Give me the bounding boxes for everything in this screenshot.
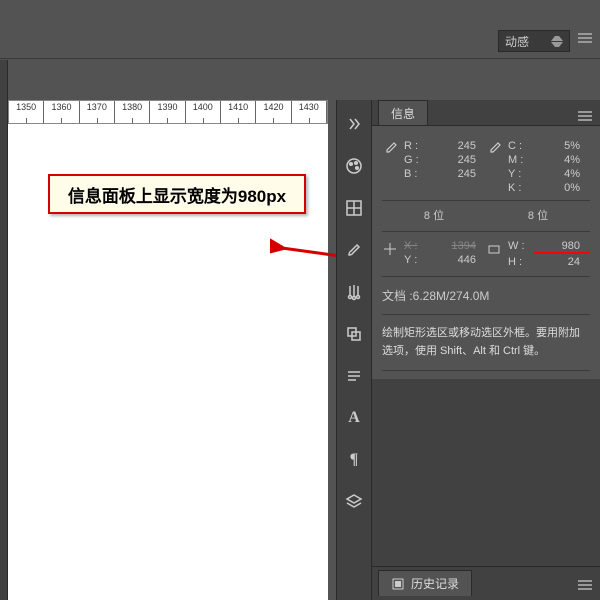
panel-menu-icon[interactable]	[578, 33, 592, 43]
value-r: 245	[430, 140, 486, 152]
value-w: 980	[534, 240, 590, 254]
callout-text: 信息面板上显示宽度为980px	[68, 182, 286, 207]
dimensions-icon	[486, 240, 502, 268]
tool-hint: 绘制矩形选区或移动选区外框。要用附加选项，使用 Shift、Alt 和 Ctrl…	[382, 315, 590, 371]
document-size: 文档 :6.28M/274.0M	[382, 277, 590, 315]
left-strip	[0, 60, 8, 600]
bits-right: 8 位	[486, 207, 590, 223]
history-icon	[391, 577, 405, 591]
value-k: 0%	[534, 182, 590, 194]
ruler-tick: 1410	[221, 101, 256, 123]
collapse-icon[interactable]	[344, 114, 364, 134]
brushes-icon[interactable]	[344, 282, 364, 302]
eyedropper-icon	[382, 140, 398, 194]
ruler-tick: 1430	[292, 101, 327, 123]
coordinates-row: X :1394 Y :446 W :980 H :24	[382, 232, 590, 277]
value-h: 24	[534, 256, 590, 268]
value-y-coord: 446	[430, 254, 486, 266]
paragraph-styles-icon[interactable]	[344, 366, 364, 386]
clone-icon[interactable]	[344, 324, 364, 344]
history-tab[interactable]: 历史记录	[378, 570, 472, 596]
panel-area: 信息 R :245 G :245 B :245 C :5% M :4% Y :4…	[372, 100, 600, 600]
panel-menu-icon[interactable]	[578, 580, 592, 590]
value-y: 4%	[534, 168, 590, 180]
bit-depth-row: 8 位 8 位	[382, 201, 590, 232]
ruler-tick: 1360	[44, 101, 79, 123]
divider	[0, 58, 600, 59]
ruler-tick: 1370	[80, 101, 115, 123]
ruler-tick: 1420	[256, 101, 291, 123]
ruler-tick: 1400	[186, 101, 221, 123]
ruler-tick: 1350	[9, 101, 44, 123]
ruler-tick: 1390	[150, 101, 185, 123]
color-palette-icon[interactable]	[344, 156, 364, 176]
top-bar: 动感	[0, 0, 600, 60]
info-tab[interactable]: 信息	[378, 100, 428, 125]
panel-menu-icon[interactable]	[578, 111, 592, 121]
value-g: 245	[430, 154, 486, 166]
ruler[interactable]: 1350 1360 1370 1380 1390 1400 1410 1420 …	[8, 100, 328, 124]
bits-left: 8 位	[382, 207, 486, 223]
value-m: 4%	[534, 154, 590, 166]
value-b: 245	[430, 168, 486, 180]
history-panel-tabbar: 历史记录	[372, 566, 600, 596]
layers-icon[interactable]	[344, 492, 364, 512]
workspace-dropdown[interactable]: 动感	[498, 30, 570, 52]
ruler-tick: 1380	[115, 101, 150, 123]
annotation-callout: 信息面板上显示宽度为980px	[48, 174, 306, 214]
brush-icon[interactable]	[344, 240, 364, 260]
info-panel-tabbar: 信息	[372, 100, 600, 126]
dropdown-arrows-icon	[551, 33, 563, 49]
color-readout-row: R :245 G :245 B :245 C :5% M :4% Y :4% K…	[382, 134, 590, 201]
crosshair-icon	[382, 240, 398, 268]
tool-column: A ¶	[336, 100, 372, 600]
eyedropper-icon	[486, 140, 502, 194]
info-panel-body: R :245 G :245 B :245 C :5% M :4% Y :4% K…	[372, 126, 600, 379]
paragraph-icon[interactable]: ¶	[344, 450, 364, 470]
value-x: 1394	[430, 240, 486, 252]
character-icon[interactable]: A	[344, 408, 364, 428]
workspace-label: 动感	[505, 33, 529, 50]
history-title: 历史记录	[411, 575, 459, 592]
swatches-icon[interactable]	[344, 198, 364, 218]
value-c: 5%	[534, 140, 590, 152]
